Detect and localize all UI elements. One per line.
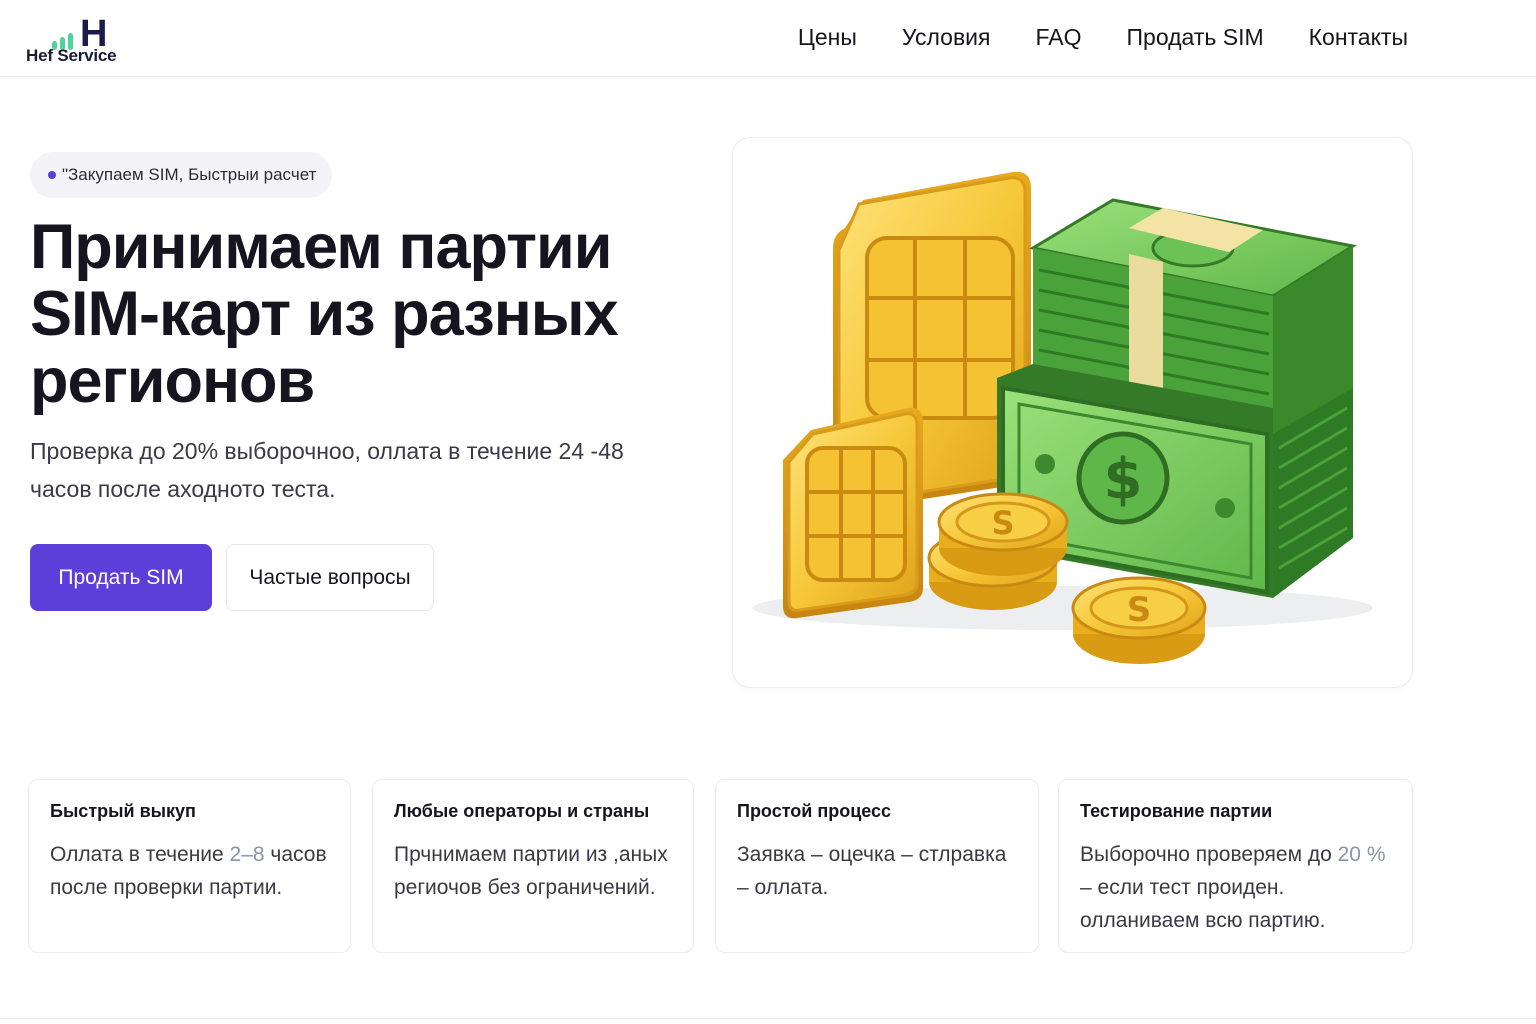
feature-card-simple-process: Простой процесс Заявка – оцечка – стлрав… [715, 779, 1039, 953]
sell-sim-button[interactable]: Продать SIM [30, 544, 212, 611]
feature-card-batch-testing: Тестирование партии Выборочно проверяем … [1058, 779, 1413, 953]
section-divider [0, 1018, 1536, 1019]
sim-cards-and-money-illustration: $ S S [753, 171, 1373, 664]
nav-item-prices[interactable]: Цены [798, 22, 857, 52]
feature-title: Быстрый выкуп [50, 801, 196, 821]
main-nav: Цены Условия FAQ Продать SIM Контакты [753, 22, 1408, 52]
hero-badge: "Закупаем SIM, Быстрыи расчет [30, 152, 333, 198]
svg-text:$: $ [1104, 447, 1143, 512]
hero-badge-text: "Закупаем SIM, Быстрыи расчет [62, 165, 317, 184]
logo[interactable]: H Hef Service [26, 8, 136, 68]
feature-title: Простой процесс [737, 801, 892, 821]
feature-text: Выборочно проверяем до 20 % – если тест … [1080, 843, 1386, 932]
feature-text: Заявка – оцечка – стлравка – оллата. [737, 843, 1007, 899]
brand-name: Hef Service [26, 46, 117, 65]
nav-item-faq[interactable]: FAQ [1036, 22, 1082, 52]
feature-card-any-operators: Любые операторы и страны Прчнимаем парти… [372, 779, 694, 953]
badge-dot-icon [48, 171, 56, 179]
hero-image-card: $ S S [732, 137, 1413, 688]
hero-subtitle: Проверка до 20% выборочноо, оллата в теч… [30, 438, 624, 502]
feature-card-fast-buyout: Быстрый выкуп Оллата в течение 2–8 часов… [28, 779, 351, 953]
feature-title: Любые операторы и страны [394, 801, 650, 821]
feature-text: Оллата в течение 2–8 часов после проверк… [50, 843, 327, 899]
hero-title: Принимаем партии SIM-карт из разных реги… [30, 212, 619, 416]
feature-highlight: 20 % [1337, 843, 1386, 866]
nav-item-sell-sim[interactable]: Продать SIM [1127, 22, 1264, 52]
feature-highlight: 2–8 [229, 843, 265, 866]
nav-item-conditions[interactable]: Условия [902, 22, 991, 52]
svg-text:S: S [991, 504, 1014, 542]
nav-item-contacts[interactable]: Контакты [1309, 22, 1408, 52]
small-sim-card-icon [783, 407, 923, 619]
feature-title: Тестирование партии [1080, 801, 1273, 821]
svg-text:S: S [1127, 590, 1152, 630]
faq-button[interactable]: Частые вопросы [226, 544, 434, 611]
site-header: H Hef Service Цены Условия FAQ Продать S… [0, 0, 1536, 77]
feature-text: Прчнимаем партии из ,аных региочов без о… [394, 843, 668, 899]
